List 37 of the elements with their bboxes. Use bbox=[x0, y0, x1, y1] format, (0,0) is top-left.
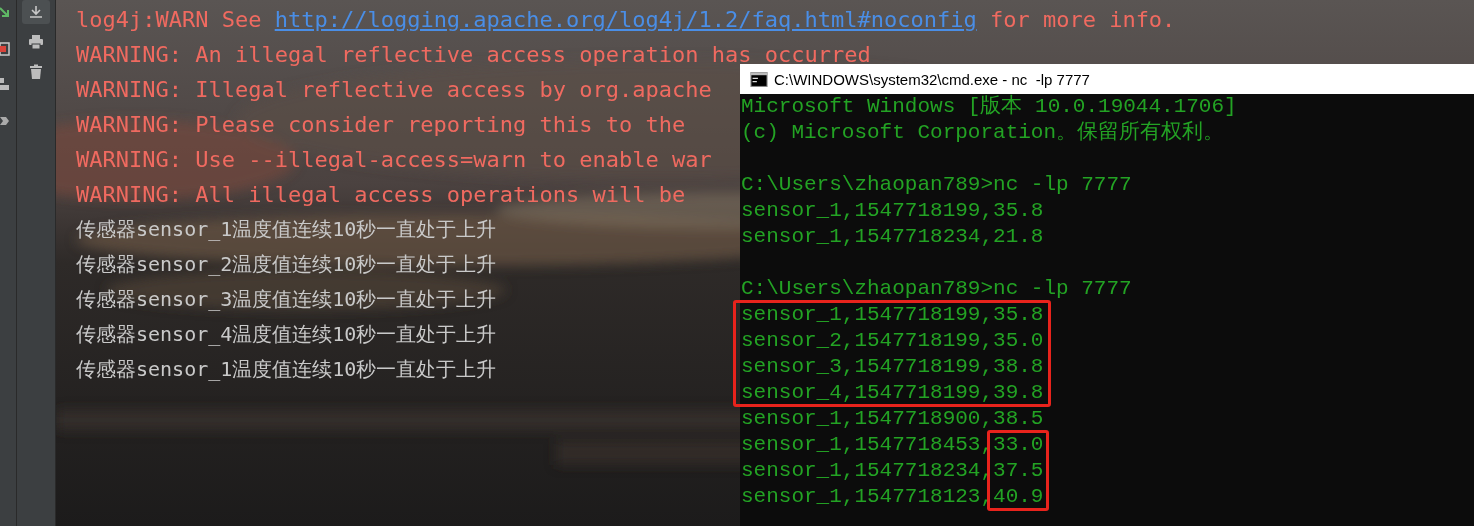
terminal-line: (c) Microsoft Corporation。保留所有权利。 bbox=[741, 120, 1225, 146]
terminal-line: C:\Users\zhaopan789>nc -lp 7777 bbox=[741, 172, 1132, 198]
console-text: for more info. bbox=[988, 7, 1176, 32]
stop-icon[interactable] bbox=[0, 42, 10, 56]
terminal-line: sensor_3,1547718199,38.8 bbox=[741, 354, 1044, 380]
terminal-line: C:\Users\zhaopan789>nc -lp 7777 bbox=[741, 276, 1132, 302]
terminal-line: Microsoft Windows [版本 10.0.19044.1706] bbox=[741, 94, 1237, 120]
console-line: WARNING: All illegal access operations will be bbox=[76, 181, 686, 209]
layout-icon[interactable] bbox=[0, 78, 10, 92]
terminal-line: sensor_1,1547718234,21.8 bbox=[741, 224, 1044, 250]
scroll-to-end-button[interactable] bbox=[22, 0, 50, 24]
terminal-line: sensor_1,1547718453,33.0 bbox=[741, 432, 1044, 458]
terminal-line: sensor_4,1547718199,39.8 bbox=[741, 380, 1044, 406]
trash-icon bbox=[28, 64, 44, 80]
download-icon bbox=[28, 4, 44, 20]
print-icon bbox=[28, 34, 44, 50]
link[interactable]: http://logging.apache.org/log4j/1.2/faq.html#noconfig bbox=[274, 7, 977, 32]
terminal-line: sensor_1,1547718900,38.5 bbox=[741, 406, 1044, 432]
console-text: log4j:WARN See bbox=[76, 7, 263, 32]
console-line: WARNING: Illegal reflective access by org.apache bbox=[76, 76, 712, 104]
pin-icon[interactable] bbox=[0, 114, 10, 128]
console-line: 传感器sensor_1温度值连续10秒一直处于上升 bbox=[76, 356, 497, 383]
arrow-icon[interactable] bbox=[0, 6, 10, 20]
terminal-line: sensor_1,1547718234,37.5 bbox=[741, 458, 1044, 484]
terminal-line: sensor_1,1547718199,35.8 bbox=[741, 198, 1044, 224]
terminal-line: sensor_1,1547718123,40.9 bbox=[741, 484, 1044, 510]
terminal-line: sensor_1,1547718199,35.8 bbox=[741, 302, 1044, 328]
terminal-icon bbox=[750, 71, 768, 87]
console-line: 传感器sensor_1温度值连续10秒一直处于上升 bbox=[76, 216, 497, 243]
console-line: 传感器sensor_4温度值连续10秒一直处于上升 bbox=[76, 321, 497, 348]
terminal-line: sensor_2,1547718199,35.0 bbox=[741, 328, 1044, 354]
window-title: C:\WINDOWS\system32\cmd.exe - nc -lp 7777 bbox=[774, 70, 1090, 88]
console-line: WARNING: Use --illegal-access=warn to enable war bbox=[76, 146, 712, 174]
console-line: WARNING: An illegal reflective access operation has occurred bbox=[76, 41, 871, 69]
console-line: 传感器sensor_3温度值连续10秒一直处于上升 bbox=[76, 286, 497, 313]
console-line: WARNING: Please consider reporting this to the bbox=[76, 111, 686, 139]
console-line: 传感器sensor_2温度值连续10秒一直处于上升 bbox=[76, 251, 497, 278]
